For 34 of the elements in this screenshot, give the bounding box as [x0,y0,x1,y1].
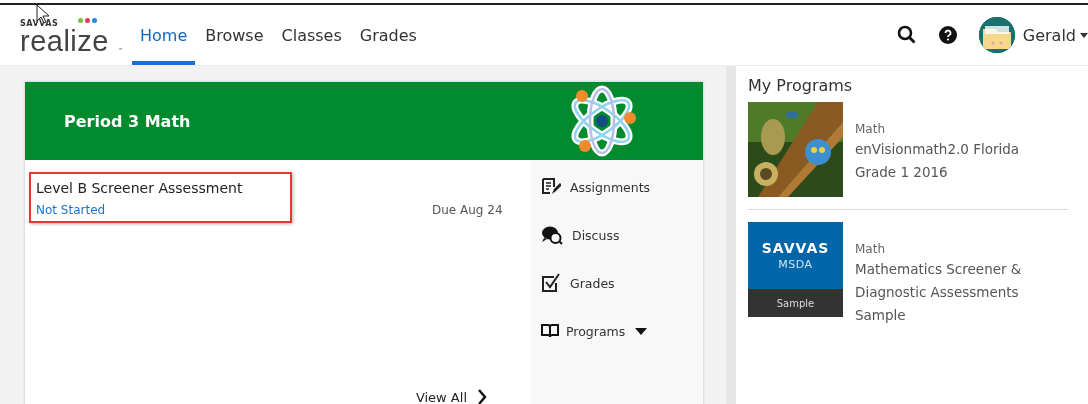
menu-link[interactable]: Grades [541,272,703,294]
class-title[interactable]: Period 3 Math [64,111,191,131]
program-subject: Math [855,242,887,256]
caret-icon [635,327,648,335]
program-name[interactable]: Mathematics Screener & Diagnostic Assessments Sample [855,258,1060,327]
product-logo: realize [20,28,109,54]
caret-icon [1080,32,1088,38]
nav-tab[interactable]: Classes [273,5,350,65]
cover-title: MSDA [778,258,813,271]
checkbox-icon [541,273,561,293]
section-title: My Programs [748,76,854,95]
brand-logo: SAVVAS [761,240,830,256]
assignment-title[interactable]: Level B Screener Assessment [36,180,243,196]
menu-link[interactable]: Discuss [541,224,703,246]
due-date: Due Aug 24 [432,203,503,217]
chevron-right-icon [477,389,487,404]
assignment-icon [541,177,561,197]
user-menu[interactable]: Gerald [1014,25,1088,45]
cover-label: Sample [748,289,843,317]
chat-icon [541,225,563,245]
program-subject: Math [855,122,887,136]
nav-tab[interactable]: Browse [197,5,272,65]
assignment-status: Not Started [36,203,107,217]
dots-icon [78,18,97,23]
brand-logo: SAVVAS [20,19,59,28]
menu-dropdown[interactable]: Programs [541,320,703,342]
nav-tab[interactable]: Grades [351,5,425,65]
program-name[interactable]: enVisionmath2.0 Florida Grade 1 2016 [855,138,1060,184]
view-all-link[interactable]: View All [409,388,493,404]
avatar[interactable] [978,17,1015,53]
book-icon [541,323,559,339]
help-icon[interactable] [938,26,957,44]
search-icon[interactable] [896,25,917,45]
menu-link[interactable]: Assignments [541,176,703,198]
